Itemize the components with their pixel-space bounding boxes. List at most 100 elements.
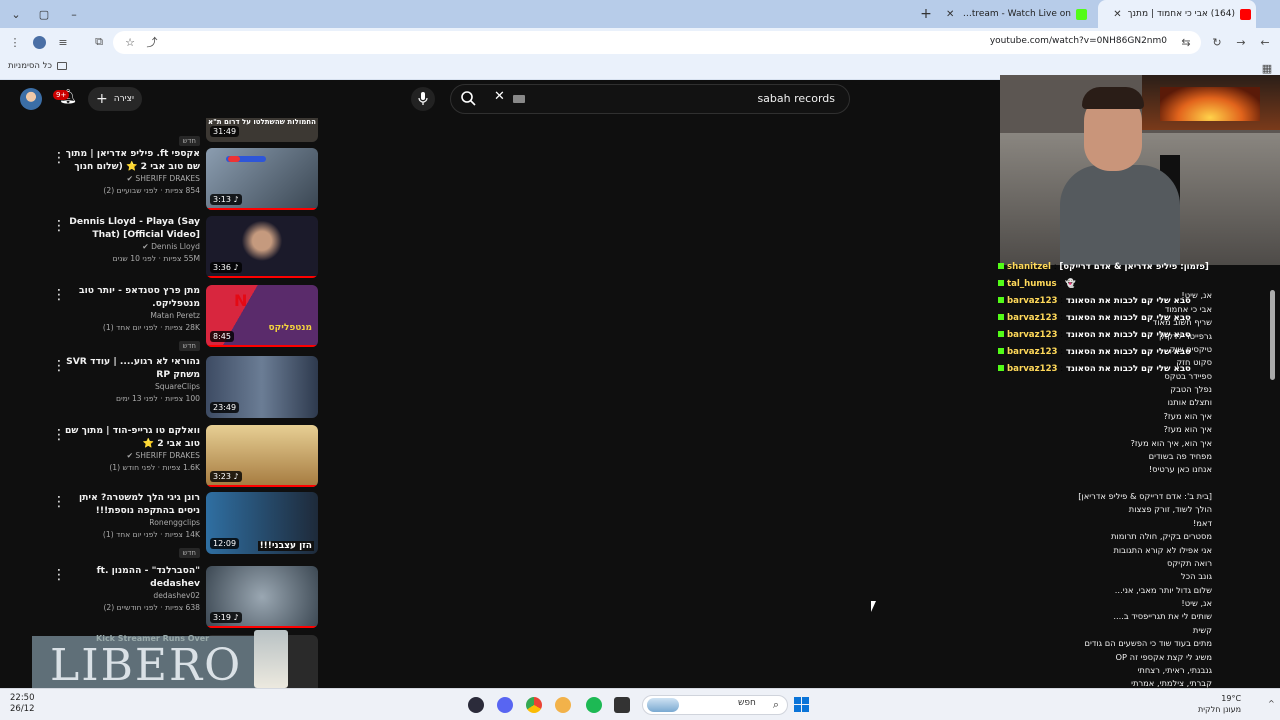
video-thumbnail[interactable]: N מנטפליקס 8:45 — [206, 285, 318, 347]
menu-dots-icon[interactable]: ⋮ — [6, 33, 24, 51]
lyric-line: אני אפילו לא קורא התגובות — [1113, 544, 1212, 555]
weather-temperature: 19°C — [1221, 694, 1242, 703]
channel-name[interactable]: SquareClips — [62, 381, 200, 393]
restore-icon[interactable]: ▢ — [36, 6, 52, 22]
video-thumbnail[interactable]: החמולות שהשתלטו על דרום ת"א 31:49 — [206, 118, 318, 142]
tab-shotist-stream[interactable]: Shotist Stream - Watch Live on ✕ — [940, 0, 1092, 28]
reload-icon[interactable]: ↻ — [1208, 33, 1226, 51]
weather-widget[interactable]: 19°C מעונן חלקית — [1198, 693, 1241, 715]
channel-name[interactable]: Dennis Lloyd ✔ — [62, 241, 200, 253]
extensions-icon[interactable]: ⧉ — [90, 33, 108, 51]
video-thumbnail[interactable]: 3:13 ♪ — [206, 148, 318, 210]
more-actions-icon[interactable]: ⋮ — [52, 219, 66, 233]
channel-name[interactable]: Ronenggclips — [62, 517, 200, 529]
discord-app-icon[interactable] — [497, 697, 513, 713]
channel-name[interactable]: SHERIFF DRAKES ✔ — [62, 173, 200, 185]
lyric-line: אבי כי אחמוד — [1164, 303, 1212, 314]
lyric-line: הולך לשוד, זורק פצצות — [1128, 504, 1212, 515]
browser-tab-strip: ⌄ ▢ – + Shotist Stream - Watch Live on ✕… — [0, 0, 1280, 28]
list-item[interactable]: ⋮ "הסברלנד" - ההמנון ft. dedashev dedash… — [0, 564, 330, 630]
video-title[interactable]: רונן גיגי הלך למשטרה? איתן ניסים בהתקפה … — [62, 491, 200, 517]
more-actions-icon[interactable]: ⋮ — [52, 428, 66, 442]
youtube-header: 🔔︎ 9+ יצירה + ✕ sabah records — [0, 80, 1000, 118]
video-meta: 1.6K צפיות · לפני חודש (1) — [109, 463, 200, 472]
more-actions-icon[interactable]: ⋮ — [52, 495, 66, 509]
list-item[interactable]: ⋮ אקספי ft. פיליפ אדריאן | מתוך שם טוב א… — [0, 147, 330, 213]
voice-search-icon[interactable] — [411, 87, 435, 111]
video-title[interactable]: Dennis Lloyd - Playa (Say That) [Officia… — [62, 215, 200, 241]
chevron-up-icon[interactable]: ^ — [1268, 699, 1275, 708]
video-thumbnail[interactable]: 23:49 — [206, 356, 318, 418]
chat-username[interactable]: shanitzel — [1007, 262, 1051, 272]
lyric-line: איך הוא, איך הוא מעז? — [1130, 437, 1212, 448]
channel-name[interactable]: SHERIFF DRAKES ✔ — [62, 450, 200, 462]
list-item[interactable]: ⋮ Dennis Lloyd - Playa (Say That) [Offic… — [0, 215, 330, 281]
channel-name[interactable]: Matan Peretz — [62, 310, 200, 322]
video-thumbnail[interactable]: 3:19 ♪ — [206, 566, 318, 628]
list-item[interactable]: ⋮ נהוראי לא רגוע.... | עודד SVR משחק RP … — [0, 355, 330, 421]
app-icon[interactable] — [555, 697, 571, 713]
video-meta: 854 צפיות · לפני שבועיים (2) — [103, 186, 200, 195]
more-actions-icon[interactable]: ⋮ — [52, 288, 66, 302]
create-button[interactable]: יצירה + — [88, 87, 142, 111]
back-icon[interactable]: ← — [1256, 33, 1274, 51]
site-settings-icon[interactable]: ⇆ — [1177, 33, 1195, 51]
video-title[interactable]: אקספי ft. פיליפ אדריאן | מתוך שם טוב אבי… — [62, 147, 200, 173]
video-title[interactable]: נהוראי לא רגוע.... | עודד SVR משחק RP — [62, 355, 200, 381]
forward-icon[interactable]: → — [1232, 33, 1250, 51]
search-icon[interactable] — [460, 90, 476, 110]
lyric-line: גנבנתי, ראיתי, רצחתי — [1137, 664, 1212, 675]
bookmark-star-icon[interactable]: ☆ — [121, 33, 139, 51]
chrome-app-icon[interactable] — [526, 697, 542, 713]
address-bar[interactable]: ☆ ⤴ youtube.com/watch?v=0NH86GN2nm0 ⇆ — [113, 31, 1201, 54]
lyric-line: שריף חשוב מאוד — [1152, 317, 1212, 328]
terminal-app-icon[interactable] — [614, 697, 630, 713]
video-title[interactable]: מתן פרץ סטנדאפ - יותר טוב מנטפליקס. — [62, 284, 200, 310]
new-tab-icon[interactable]: + — [918, 6, 934, 22]
list-item[interactable]: ⋮ מתן פרץ סטנדאפ - יותר טוב מנטפליקס. Ma… — [0, 284, 330, 351]
new-badge: חדש — [178, 548, 200, 558]
channel-name[interactable]: dedashev02 — [62, 590, 200, 602]
more-actions-icon[interactable]: ⋮ — [52, 151, 66, 165]
tab-youtube-active[interactable]: (164) אבי כי אחמוד | מתנך ✕ — [1098, 0, 1256, 28]
spotify-app-icon[interactable] — [586, 697, 602, 713]
lyric-line: גונב הכל — [1181, 571, 1212, 582]
watch-progress-bar — [206, 345, 318, 347]
create-label: יצירה — [113, 94, 135, 104]
more-actions-icon[interactable]: ⋮ — [52, 568, 66, 582]
fireplace-tv — [1142, 75, 1280, 130]
system-clock[interactable]: 22:50 26/12 — [10, 693, 35, 715]
video-thumbnail[interactable]: 3:36 ♪ — [206, 216, 318, 278]
close-icon[interactable]: ✕ — [1113, 9, 1121, 20]
more-actions-icon[interactable]: ⋮ — [52, 359, 66, 373]
video-meta: 28K צפיות · לפני יום אחד (1) — [102, 323, 200, 332]
profile-icon[interactable] — [30, 33, 48, 51]
video-meta: 55M צפיות · לפני 10 שנים — [112, 254, 200, 263]
youtube-favicon-icon — [1240, 8, 1251, 20]
list-item[interactable]: ⋮ וואלקם טו גרייפ-הוד | מתוך שם טוב אבי … — [0, 424, 330, 490]
keyboard-icon[interactable] — [513, 95, 525, 103]
tab-search-icon[interactable]: ⌄ — [8, 6, 24, 22]
lyric-line: קברתי, צילמתי, אמרתי — [1131, 678, 1212, 688]
video-title[interactable]: וואלקם טו גרייפ-הוד | מתוך שם טוב אבי 2 … — [62, 424, 200, 450]
scrollbar-thumb[interactable] — [1270, 290, 1275, 380]
taskbar-search-input[interactable]: ⌕ — [642, 695, 788, 715]
video-thumbnail[interactable]: 3:23 ♪ — [206, 425, 318, 487]
clear-search-icon[interactable]: ✕ — [494, 89, 505, 104]
kick-badge-icon — [998, 314, 1004, 320]
watch-progress-bar — [206, 626, 318, 628]
close-icon[interactable]: ✕ — [946, 9, 954, 20]
kick-favicon-icon — [1076, 8, 1087, 20]
screen: ⌄ ▢ – + Shotist Stream - Watch Live on ✕… — [0, 0, 1280, 720]
windows-start-icon[interactable] — [794, 697, 809, 712]
avatar[interactable] — [20, 88, 42, 110]
media-controls-icon[interactable]: ≡ — [54, 33, 72, 51]
minimize-icon[interactable]: – — [66, 6, 82, 22]
video-thumbnail[interactable]: !!!הזן עצבני 12:09 — [206, 492, 318, 554]
all-bookmarks-button[interactable]: כל הסימניות — [8, 61, 67, 71]
list-item[interactable]: ⋮ רונן גיגי הלך למשטרה? איתן ניסים בהתקפ… — [0, 491, 330, 558]
video-title[interactable]: "הסברלנד" - ההמנון ft. dedashev — [62, 564, 200, 590]
duration-badge: 3:23 ♪ — [210, 471, 242, 482]
share-icon[interactable]: ⤴ — [143, 33, 161, 51]
obs-app-icon[interactable] — [468, 697, 484, 713]
